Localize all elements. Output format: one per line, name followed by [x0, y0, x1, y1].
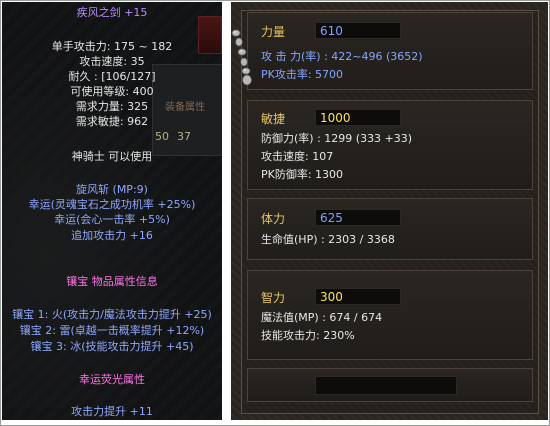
- item-class-requirement: 神骑士 可以使用: [71, 150, 153, 163]
- item-base-stat: 单手攻击力: 175 ~ 182: [51, 40, 173, 53]
- item-base-stat: 可使用等级: 400: [70, 85, 154, 98]
- energy-label: 智力: [261, 291, 286, 305]
- agility-label: 敏捷: [261, 112, 286, 126]
- vitality-hp-line: 生命值(HP) : 2303 / 3368: [261, 233, 395, 246]
- item-base-stat: 耐久 : [106/127]: [68, 70, 156, 83]
- agility-pk-defense-line: PK防御率: 1300: [261, 168, 344, 181]
- item-skill-line: 旋风斩 (MP:9): [76, 183, 148, 196]
- socket-line: 镶宝 3: 冰(技能攻击力提升 +45): [30, 340, 194, 353]
- socket-line: 镶宝 1: 火(攻击力/魔法攻击力提升 +25): [12, 308, 212, 321]
- cursor-chain-icon: [231, 29, 252, 86]
- socket-line: 镶宝 2: 雷(卓越一击概率提升 +12%): [19, 324, 205, 337]
- energy-skill-line: 技能攻击力: 230%: [261, 329, 355, 342]
- background-number: 50: [155, 130, 169, 143]
- energy-value: 300: [315, 288, 401, 305]
- command-group: [247, 368, 533, 402]
- vitality-label: 体力: [261, 212, 286, 226]
- strength-value: 610: [315, 22, 401, 39]
- luck-line: 攻击力提升 +11: [71, 405, 153, 418]
- strength-group: 力量 610 攻 击 力(率) : 422~496 (3652) PK攻击率: …: [247, 12, 533, 90]
- command-value-box: [315, 376, 457, 395]
- socket-section-title: 镶宝 物品属性信息: [66, 275, 158, 288]
- item-skill-line: 幸运(会心一击率 +5%): [54, 213, 170, 226]
- vitality-group: 体力 625 生命值(HP) : 2303 / 3368: [247, 198, 533, 260]
- item-base-stat: 攻击速度: 35: [79, 55, 145, 68]
- strength-attack-line: 攻 击 力(率) : 422~496 (3652): [261, 50, 423, 63]
- item-skill-line: 追加攻击力 +16: [71, 229, 153, 242]
- item-tooltip: 装备属性 50 37 疾风之剑 +15 单手攻击力: 175 ~ 182 攻击速度…: [2, 2, 222, 420]
- agility-group: 敏捷 1000 防御力(率) : 1299 (333 +33) 攻击速度: 10…: [247, 100, 533, 190]
- agility-speed-line: 攻击速度: 107: [261, 150, 334, 163]
- agility-defense-line: 防御力(率) : 1299 (333 +33): [261, 132, 413, 145]
- item-skill-line: 幸运(灵魂宝石之成功机率 +25%): [28, 198, 196, 211]
- background-number: 37: [177, 130, 191, 143]
- strength-label: 力量: [261, 25, 286, 39]
- energy-group: 智力 300 魔法值(MP) : 674 / 674 技能攻击力: 230%: [247, 270, 533, 360]
- item-base-stat: 需求力量: 325: [75, 100, 149, 113]
- luck-section-title: 幸运荧光属性: [79, 373, 145, 386]
- vitality-value: 625: [315, 209, 401, 226]
- item-name: 疾风之剑 +15: [76, 6, 148, 19]
- character-stats-panel: 力量 610 攻 击 力(率) : 422~496 (3652) PK攻击率: …: [231, 2, 548, 420]
- agility-value: 1000: [315, 109, 401, 126]
- energy-mp-line: 魔法值(MP) : 674 / 674: [261, 311, 383, 324]
- item-base-stat: 需求敏捷: 962: [75, 115, 149, 128]
- background-panel-numbers: 50 37: [155, 130, 199, 143]
- strength-pk-line: PK攻击率: 5700: [261, 68, 344, 81]
